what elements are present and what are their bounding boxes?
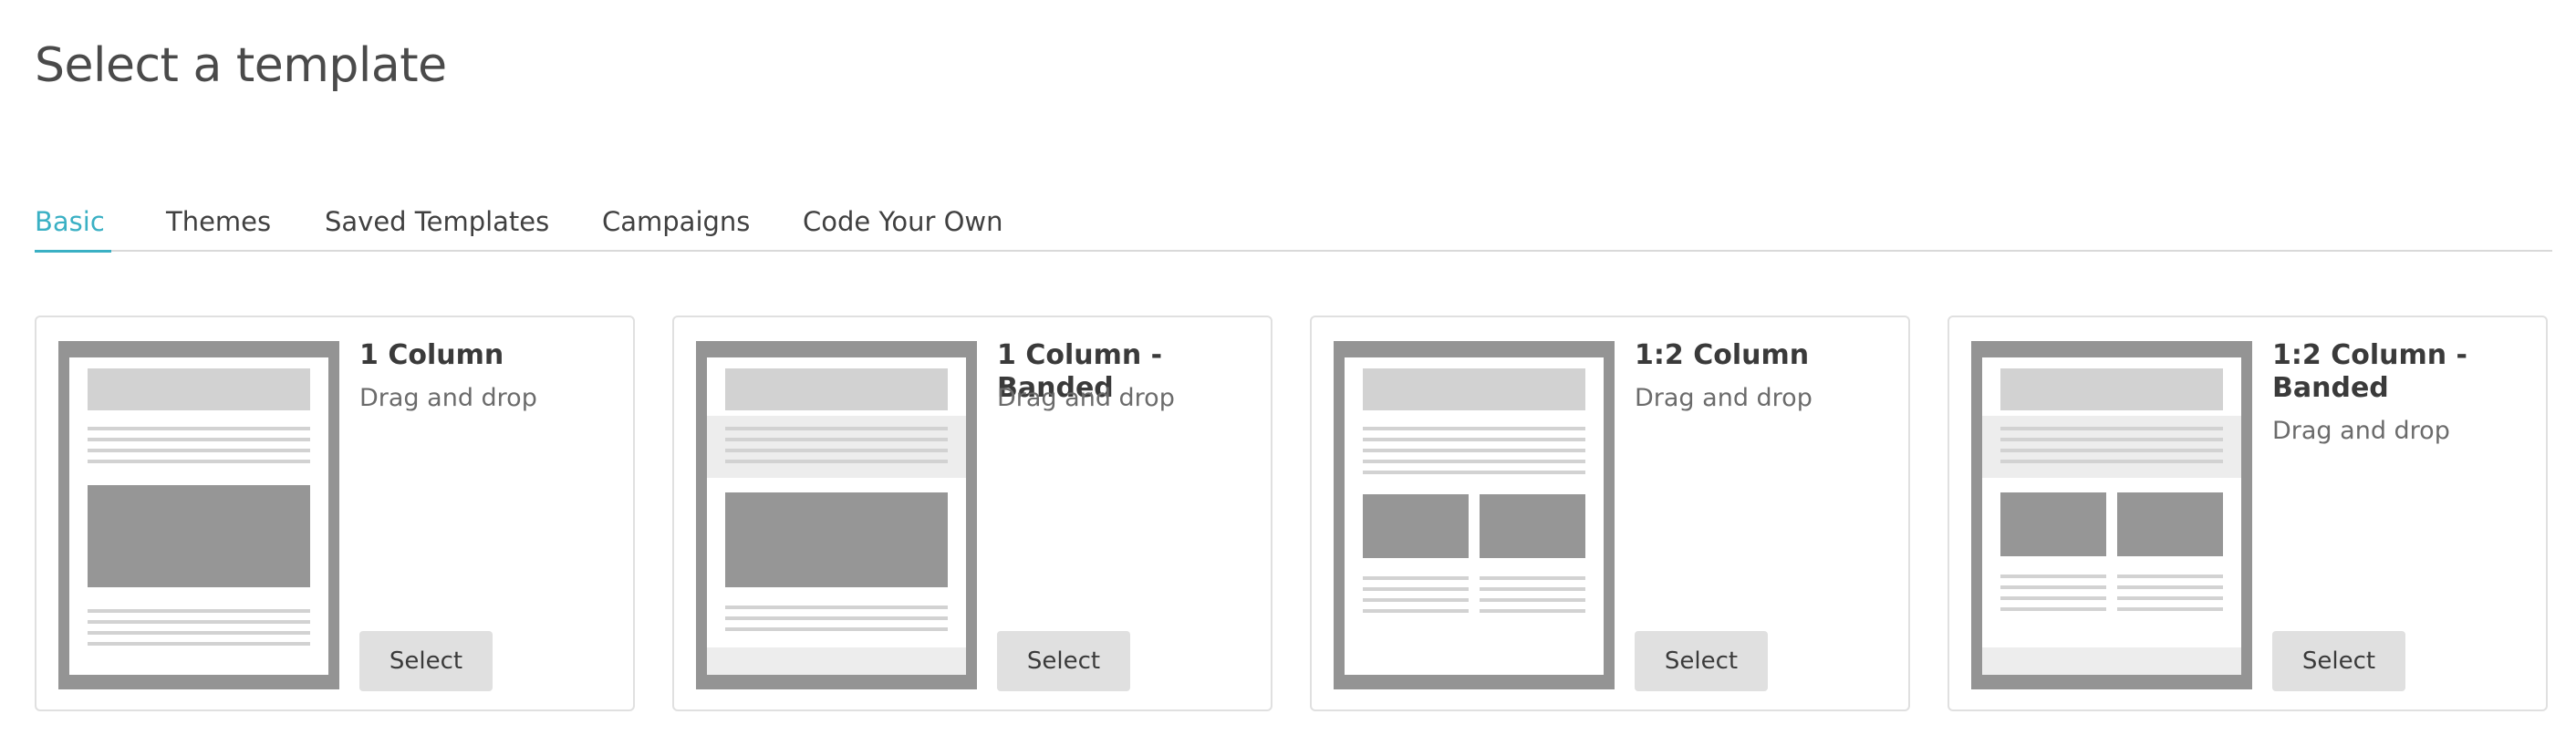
template-thumbnail — [1971, 341, 2252, 689]
template-picker-page: Select a template Basic Themes Saved Tem… — [0, 0, 2576, 735]
template-subtitle: Drag and drop — [1635, 384, 1813, 412]
select-button-1-column[interactable]: Select — [359, 631, 493, 691]
template-subtitle: Drag and drop — [997, 384, 1175, 412]
template-card-1-2-column[interactable]: 1:2 Column Drag and drop Select — [1310, 316, 1910, 711]
select-button-1-column-banded[interactable]: Select — [997, 631, 1130, 691]
template-card-1-2-column-banded[interactable]: 1:2 Column - Banded Drag and drop Select — [1948, 316, 2548, 711]
template-subtitle: Drag and drop — [359, 384, 537, 412]
template-title: 1:2 Column - Banded — [2272, 339, 2467, 404]
template-thumbnail — [58, 341, 339, 689]
template-subtitle: Drag and drop — [2272, 417, 2450, 445]
select-button-1-2-column[interactable]: Select — [1635, 631, 1768, 691]
page-title: Select a template — [35, 38, 447, 93]
tab-saved-templates[interactable]: Saved Templates — [325, 201, 549, 248]
template-thumbnail — [1334, 341, 1615, 689]
template-card-1-column[interactable]: 1 Column Drag and drop Select — [35, 316, 635, 711]
tab-code-your-own[interactable]: Code Your Own — [803, 201, 1003, 248]
active-tab-indicator — [35, 250, 111, 253]
template-title: 1:2 Column — [1635, 339, 1810, 371]
template-thumbnail — [696, 341, 977, 689]
template-tabs: Basic Themes Saved Templates Campaigns C… — [35, 193, 2552, 253]
template-title: 1 Column — [359, 339, 504, 371]
template-card-1-column-banded[interactable]: 1 Column - Banded Drag and drop Select — [672, 316, 1272, 711]
tab-themes[interactable]: Themes — [166, 201, 271, 248]
tab-campaigns[interactable]: Campaigns — [602, 201, 750, 248]
tab-basic[interactable]: Basic — [35, 201, 105, 248]
select-button-1-2-column-banded[interactable]: Select — [2272, 631, 2405, 691]
